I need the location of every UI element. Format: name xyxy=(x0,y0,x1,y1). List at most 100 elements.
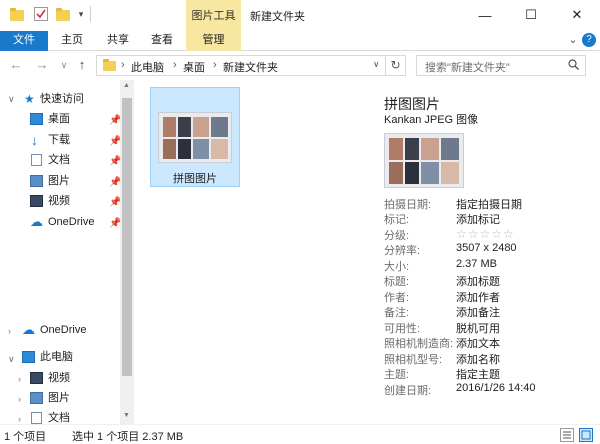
star-icon: ★ xyxy=(24,92,35,106)
nav-item-label: 桌面 xyxy=(48,113,70,125)
search-input[interactable]: 搜索"新建文件夹" xyxy=(416,55,586,76)
details-preview xyxy=(384,133,464,188)
tab-share[interactable]: 共享 xyxy=(98,31,138,51)
forward-arrow-icon[interactable]: → xyxy=(34,57,50,73)
address-bar[interactable]: › 此电脑 › 桌面 › 新建文件夹 ∨ xyxy=(96,55,386,76)
prop-key-rating: 分级: xyxy=(384,230,410,242)
file-name: 拼图图片 xyxy=(173,173,217,185)
breadcrumb-desktop[interactable]: 桌面 xyxy=(183,59,205,75)
nav-item-label: 视频 xyxy=(48,195,70,207)
prop-value-camera-maker[interactable]: 添加文本 xyxy=(456,335,500,351)
close-button[interactable]: ✕ xyxy=(554,0,600,30)
address-dropdown-icon[interactable]: ∨ xyxy=(373,59,380,70)
prop-key-author: 作者: xyxy=(384,292,410,304)
prop-value-availability: 脱机可用 xyxy=(456,323,500,335)
nav-onedrive-label: OneDrive xyxy=(40,324,87,336)
refresh-icon[interactable]: ↻ xyxy=(386,55,406,76)
thumbnail-photo xyxy=(405,162,419,184)
prop-value-title[interactable]: 添加标题 xyxy=(456,273,500,289)
prop-value-subject[interactable]: 指定主题 xyxy=(456,366,500,382)
document-icon xyxy=(31,412,42,424)
thumbnail-photo xyxy=(405,138,419,160)
nav-item-label: 图片 xyxy=(48,175,70,187)
nav-scrollbar[interactable]: ▲ ▼ xyxy=(120,80,134,424)
chevron-right-icon[interactable]: › xyxy=(8,326,11,336)
nav-item-label: 下载 xyxy=(48,134,70,146)
title-bar: ▾ 图片工具 新建文件夹 — ☐ ✕ xyxy=(0,0,600,31)
file-thumbnail xyxy=(158,112,232,163)
nav-item-documents[interactable]: 文档 xyxy=(30,150,120,170)
thumbnail-photo xyxy=(163,139,176,159)
ribbon-tabs: 文件 主页 共享 查看 管理 ⌄ ? xyxy=(0,31,600,51)
onedrive-icon: ☁ xyxy=(22,322,35,337)
nav-item-label: 文档 xyxy=(48,154,70,166)
recent-locations-icon[interactable]: ∨ xyxy=(56,57,72,73)
search-placeholder: 搜索"新建文件夹" xyxy=(425,62,510,74)
prop-value-resolution: 3507 x 2480 xyxy=(456,242,517,254)
thumbnail-photo xyxy=(193,117,209,137)
maximize-button[interactable]: ☐ xyxy=(508,0,554,30)
help-icon[interactable]: ? xyxy=(582,33,596,47)
nav-item-downloads[interactable]: ↓ 下载 xyxy=(30,130,120,150)
nav-item-label: 视频 xyxy=(48,372,70,384)
prop-key-date-taken: 拍摄日期: xyxy=(384,199,432,211)
up-arrow-icon[interactable]: ↑ xyxy=(74,57,90,73)
thumbnail-photo xyxy=(421,162,439,184)
details-view-icon[interactable] xyxy=(560,428,574,442)
desktop-icon xyxy=(30,113,43,125)
prop-value-comments[interactable]: 添加备注 xyxy=(456,304,500,320)
prop-key-subject: 主题: xyxy=(384,369,410,381)
tab-home[interactable]: 主页 xyxy=(52,31,92,51)
tab-manage[interactable]: 管理 xyxy=(186,31,241,51)
large-icons-view-icon[interactable] xyxy=(579,428,593,442)
folder-icon[interactable] xyxy=(10,7,24,21)
details-file-type: Kankan JPEG 图像 xyxy=(384,114,479,126)
prop-key-date-created: 创建日期: xyxy=(384,385,432,397)
nav-item-label: OneDrive xyxy=(48,216,95,228)
chevron-down-icon[interactable]: ∨ xyxy=(8,94,15,105)
thumbnail-photo xyxy=(211,117,228,137)
chevron-right-icon[interactable]: › xyxy=(18,414,21,424)
new-folder-icon[interactable] xyxy=(56,7,70,21)
breadcrumb-separator: › xyxy=(213,59,217,71)
chevron-right-icon[interactable]: › xyxy=(18,394,21,404)
folder-icon xyxy=(103,59,116,71)
scroll-up-icon[interactable]: ▲ xyxy=(123,82,130,89)
picture-tools-header: 图片工具 xyxy=(186,0,241,31)
pictures-icon xyxy=(30,392,43,404)
prop-value-date-created: 2016/1/26 14:40 xyxy=(456,382,536,394)
nav-item-pictures[interactable]: 图片 xyxy=(30,171,120,191)
nav-item-desktop[interactable]: 桌面 xyxy=(30,109,120,129)
minimize-button[interactable]: — xyxy=(462,0,508,30)
nav-item-onedrive-pinned[interactable]: ☁ OneDrive xyxy=(30,212,120,232)
onedrive-icon: ☁ xyxy=(30,214,43,229)
file-item[interactable]: 拼图图片 xyxy=(150,87,240,187)
nav-item-videos[interactable]: 视频 xyxy=(30,191,120,211)
breadcrumb-this-pc[interactable]: 此电脑 xyxy=(131,59,164,75)
chevron-down-icon[interactable]: ∨ xyxy=(8,354,15,365)
document-icon xyxy=(31,154,42,166)
properties-icon[interactable] xyxy=(34,7,48,21)
prop-value-tags[interactable]: 添加标记 xyxy=(456,211,500,227)
prop-value-date-taken[interactable]: 指定拍摄日期 xyxy=(456,196,522,212)
tab-file[interactable]: 文件 xyxy=(0,31,48,51)
back-arrow-icon[interactable]: ← xyxy=(8,57,24,73)
prop-key-title: 标题: xyxy=(384,276,410,288)
prop-value-author[interactable]: 添加作者 xyxy=(456,289,500,305)
scroll-down-icon[interactable]: ▼ xyxy=(123,412,130,419)
thumbnail-photo xyxy=(389,138,403,160)
tab-view[interactable]: 查看 xyxy=(142,31,182,51)
nav-this-pc-label: 此电脑 xyxy=(40,351,73,363)
thumbnail-photo xyxy=(178,139,191,159)
status-bar: 1 个项目 选中 1 个项目 2.37 MB xyxy=(0,424,600,444)
scrollbar-thumb[interactable] xyxy=(122,98,132,376)
expand-ribbon-icon[interactable]: ⌄ xyxy=(566,31,580,51)
prop-value-camera-model[interactable]: 添加名称 xyxy=(456,351,500,367)
download-icon: ↓ xyxy=(31,132,38,148)
chevron-right-icon[interactable]: › xyxy=(18,374,21,384)
breadcrumb-new-folder[interactable]: 新建文件夹 xyxy=(223,59,278,75)
pictures-icon xyxy=(30,175,43,187)
customize-toolbar-icon[interactable]: ▾ xyxy=(74,7,88,21)
video-icon xyxy=(30,195,43,207)
rating-stars-icon[interactable]: ☆☆☆☆☆ xyxy=(456,227,515,241)
